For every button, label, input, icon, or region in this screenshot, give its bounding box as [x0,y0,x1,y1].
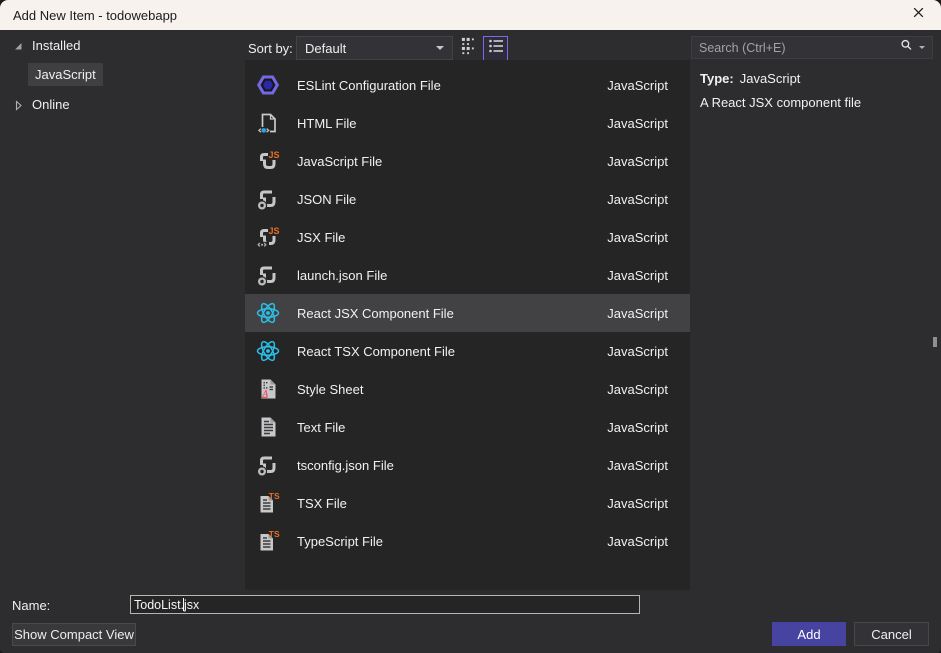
eslint-icon [255,72,281,98]
jsx-icon: JS [255,224,281,250]
close-icon [912,6,925,24]
collapsed-triangle-icon[interactable] [12,99,24,111]
template-name: Text File [297,420,607,435]
search-placeholder: Search (Ctrl+E) [699,41,899,55]
template-row[interactable]: launch.json FileJavaScript [245,256,690,294]
template-row[interactable]: TS TSX FileJavaScript [245,484,690,522]
search-input[interactable]: Search (Ctrl+E) [691,36,933,59]
js-icon: JS [255,148,281,174]
template-row[interactable]: React TSX Component FileJavaScript [245,332,690,370]
template-language: JavaScript [607,382,668,397]
template-language: JavaScript [607,420,668,435]
chevron-down-icon [436,46,444,50]
expanded-triangle-icon[interactable] [12,40,24,52]
template-row[interactable]: HTML FileJavaScript [245,104,690,142]
html-icon [255,110,281,136]
template-row[interactable]: React JSX Component FileJavaScript [245,294,690,332]
json-icon [255,262,281,288]
name-input[interactable]: TodoList.jsx [130,595,640,614]
template-row[interactable]: Text FileJavaScript [245,408,690,446]
template-name: JavaScript File [297,154,607,169]
add-button[interactable]: Add [772,622,846,646]
template-language: JavaScript [607,534,668,549]
sort-dropdown-value: Default [305,41,436,56]
template-row[interactable]: TS TypeScript FileJavaScript [245,522,690,560]
ts-icon: TS [255,490,281,516]
template-row[interactable]: ESLint Configuration FileJavaScript [245,66,690,104]
sidebar-item-javascript[interactable]: JavaScript [28,63,103,86]
template-language: JavaScript [607,154,668,169]
list-view-icon [486,36,506,61]
react-icon [255,300,281,326]
dialog-title: Add New Item - todowebapp [13,8,177,23]
template-name: JSON File [297,192,607,207]
template-description: A React JSX component file [700,95,861,110]
template-language: JavaScript [607,344,668,359]
template-name: tsconfig.json File [297,458,607,473]
svg-text:JS: JS [269,226,280,236]
template-language: JavaScript [607,116,668,131]
sidebar-item-label: JavaScript [35,67,96,82]
type-label: Type: [700,71,734,86]
template-language: JavaScript [607,496,668,511]
text-icon [255,414,281,440]
template-name: TypeScript File [297,534,607,549]
svg-text:TS: TS [269,529,280,539]
template-language: JavaScript [607,230,668,245]
template-name: React JSX Component File [297,306,607,321]
template-name: launch.json File [297,268,607,283]
template-type-line: Type: JavaScript [700,71,800,86]
template-name: React TSX Component File [297,344,607,359]
ts-icon: TS [255,528,281,554]
name-input-value: TodoList.jsx [134,598,199,612]
cancel-button[interactable]: Cancel [854,622,929,646]
template-row[interactable]: A Style SheetJavaScript [245,370,690,408]
template-language: JavaScript [607,192,668,207]
sort-dropdown[interactable]: Default [296,36,453,60]
search-icon[interactable] [899,38,914,58]
sidebar-item-label: Installed [32,38,80,53]
svg-text:JS: JS [269,150,280,160]
titlebar: Add New Item - todowebapp [0,0,941,30]
json-icon [255,452,281,478]
template-row[interactable]: JS JavaScript FileJavaScript [245,142,690,180]
sidebar-item-label: Online [32,97,70,112]
template-row[interactable]: JSON FileJavaScript [245,180,690,218]
sort-by-label: Sort by: [248,41,293,56]
type-value: JavaScript [740,71,801,86]
stylesheet-icon: A [255,376,281,402]
json-icon [255,186,281,212]
template-list: ESLint Configuration FileJavaScriptHTML … [245,60,690,590]
sidebar-item-online[interactable]: Online [12,97,70,112]
close-button[interactable] [895,0,941,30]
add-new-item-dialog: Add New Item - todowebapp Installed Java… [0,0,941,653]
template-name: TSX File [297,496,607,511]
show-compact-view-button[interactable]: Show Compact View [12,623,136,646]
sidebar-item-installed[interactable]: Installed [12,38,80,53]
scrollbar-thumb[interactable] [933,337,937,347]
template-name: HTML File [297,116,607,131]
text-cursor [183,598,184,611]
template-language: JavaScript [607,78,668,93]
template-row[interactable]: tsconfig.json FileJavaScript [245,446,690,484]
template-name: JSX File [297,230,607,245]
chevron-down-icon[interactable] [919,46,925,49]
grid-view-icon [459,35,480,62]
name-label: Name: [12,598,50,613]
template-language: JavaScript [607,458,668,473]
svg-text:TS: TS [269,491,280,501]
template-name: Style Sheet [297,382,607,397]
list-view-button[interactable] [483,36,508,61]
template-name: ESLint Configuration File [297,78,607,93]
grid-view-button[interactable] [458,37,481,60]
template-row[interactable]: JS JSX FileJavaScript [245,218,690,256]
react-icon [255,338,281,364]
template-language: JavaScript [607,268,668,283]
template-language: JavaScript [607,306,668,321]
